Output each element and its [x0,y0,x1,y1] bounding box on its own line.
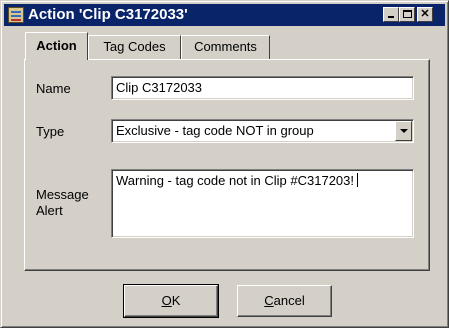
ok-label-rest: K [171,293,181,308]
message-alert-field[interactable]: Warning - tag code not in Clip #C317203! [111,169,414,238]
close-icon: ✕ [420,8,430,20]
name-label: Name [36,81,71,96]
tab-tag-codes[interactable]: Tag Codes [88,35,181,59]
chevron-down-icon [400,129,408,133]
message-label-line2: Alert [36,203,63,218]
message-label-line1: Message [36,187,89,202]
ok-mnemonic: O [161,293,172,308]
tab-action[interactable]: Action [25,32,88,60]
type-select[interactable]: Exclusive - tag code NOT in group [111,119,414,143]
text-caret [357,173,358,187]
action-dialog: Action 'Clip C3172033' ✕ Action Tag Code… [0,0,449,328]
maximize-button[interactable] [399,7,415,22]
minimize-button[interactable] [383,7,399,22]
window-title: Action 'Clip C3172033' [28,6,188,23]
cancel-mnemonic: C [264,293,274,308]
title-bar[interactable]: Action 'Clip C3172033' ✕ [4,4,445,26]
minimize-icon [388,16,394,18]
maximize-icon [403,10,412,18]
app-icon [8,7,24,23]
ok-button[interactable]: OK [123,284,219,318]
type-dropdown-button[interactable] [395,121,412,141]
cancel-button[interactable]: Cancel [237,285,332,317]
cancel-label-rest: ancel [273,293,305,308]
message-alert-text: Warning - tag code not in Clip #C317203! [116,173,354,188]
tab-comments[interactable]: Comments [181,35,270,59]
type-label: Type [36,124,65,139]
name-field[interactable]: Clip C3172033 [111,76,414,100]
type-select-value: Exclusive - tag code NOT in group [116,123,314,138]
close-button[interactable]: ✕ [417,7,433,22]
